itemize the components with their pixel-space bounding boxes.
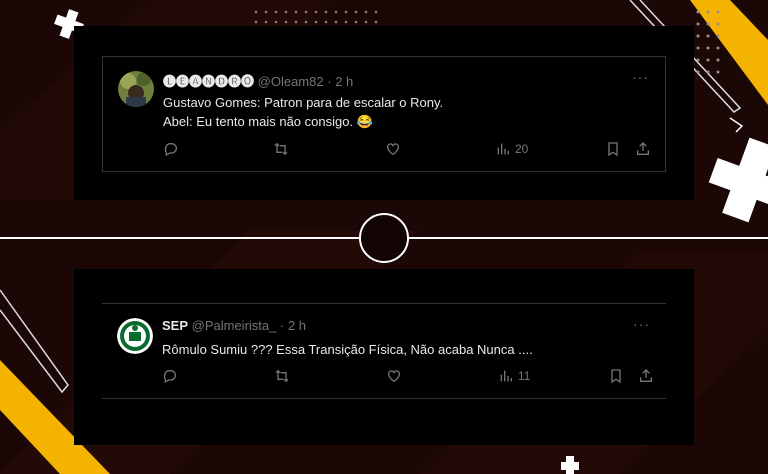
timestamp[interactable]: 2 h: [288, 318, 306, 333]
tweet-card-2: SEP @Palmeirista_ · 2 h ··· Rômulo Sumiu…: [74, 269, 694, 445]
tweet-header: SEP @Palmeirista_ · 2 h: [162, 318, 306, 333]
tweet-text-line: Rômulo Sumiu ??? Essa Transição Física, …: [162, 342, 533, 357]
more-icon[interactable]: ···: [633, 316, 650, 332]
tweet[interactable]: 🅛🅔🅐🅝🅓🅡🅞 @Oleam82 · 2 h ··· Gustavo Gomes…: [102, 56, 666, 172]
handle[interactable]: @Oleam82: [258, 74, 324, 89]
tweet-text-line: Abel: Eu tento mais não consigo. 😂: [163, 114, 373, 129]
views-count: 11: [518, 369, 531, 383]
avatar-image: [118, 71, 154, 107]
handle[interactable]: @Palmeirista_: [192, 318, 277, 333]
separator: ·: [327, 74, 332, 89]
tweet-header: 🅛🅔🅐🅝🅓🅡🅞 @Oleam82 · 2 h: [163, 71, 353, 90]
views-icon[interactable]: 11: [498, 368, 530, 384]
avatar[interactable]: [118, 71, 154, 107]
like-icon[interactable]: [385, 141, 401, 157]
like-icon[interactable]: [386, 368, 402, 384]
tweet[interactable]: SEP @Palmeirista_ · 2 h ··· Rômulo Sumiu…: [102, 303, 666, 399]
reply-icon[interactable]: [162, 368, 178, 384]
separator: ·: [280, 318, 285, 333]
tweet-card-1: 🅛🅔🅐🅝🅓🅡🅞 @Oleam82 · 2 h ··· Gustavo Gomes…: [74, 26, 694, 200]
retweet-icon[interactable]: [273, 141, 289, 157]
tweet-text-line: Gustavo Gomes: Patron para de escalar o …: [163, 95, 444, 110]
reply-icon[interactable]: [163, 141, 179, 157]
bookmark-icon[interactable]: [608, 368, 624, 384]
views-count: 20: [515, 142, 529, 156]
avatar[interactable]: [117, 318, 153, 354]
timestamp[interactable]: 2 h: [335, 74, 353, 89]
views-icon[interactable]: 20: [495, 141, 528, 157]
palmeiras-logo-icon: [117, 318, 153, 354]
tweet-text: Gustavo Gomes: Patron para de escalar o …: [163, 93, 443, 131]
bookmark-icon[interactable]: [605, 141, 621, 157]
more-icon[interactable]: ···: [632, 69, 649, 85]
retweet-icon[interactable]: [274, 368, 290, 384]
divider-circle: [359, 213, 409, 263]
share-icon[interactable]: [638, 368, 654, 384]
display-name[interactable]: SEP: [162, 318, 188, 333]
share-icon[interactable]: [635, 141, 651, 157]
display-name[interactable]: 🅛🅔🅐🅝🅓🅡🅞: [163, 74, 254, 89]
tweet-text: Rômulo Sumiu ??? Essa Transição Física, …: [162, 340, 533, 359]
